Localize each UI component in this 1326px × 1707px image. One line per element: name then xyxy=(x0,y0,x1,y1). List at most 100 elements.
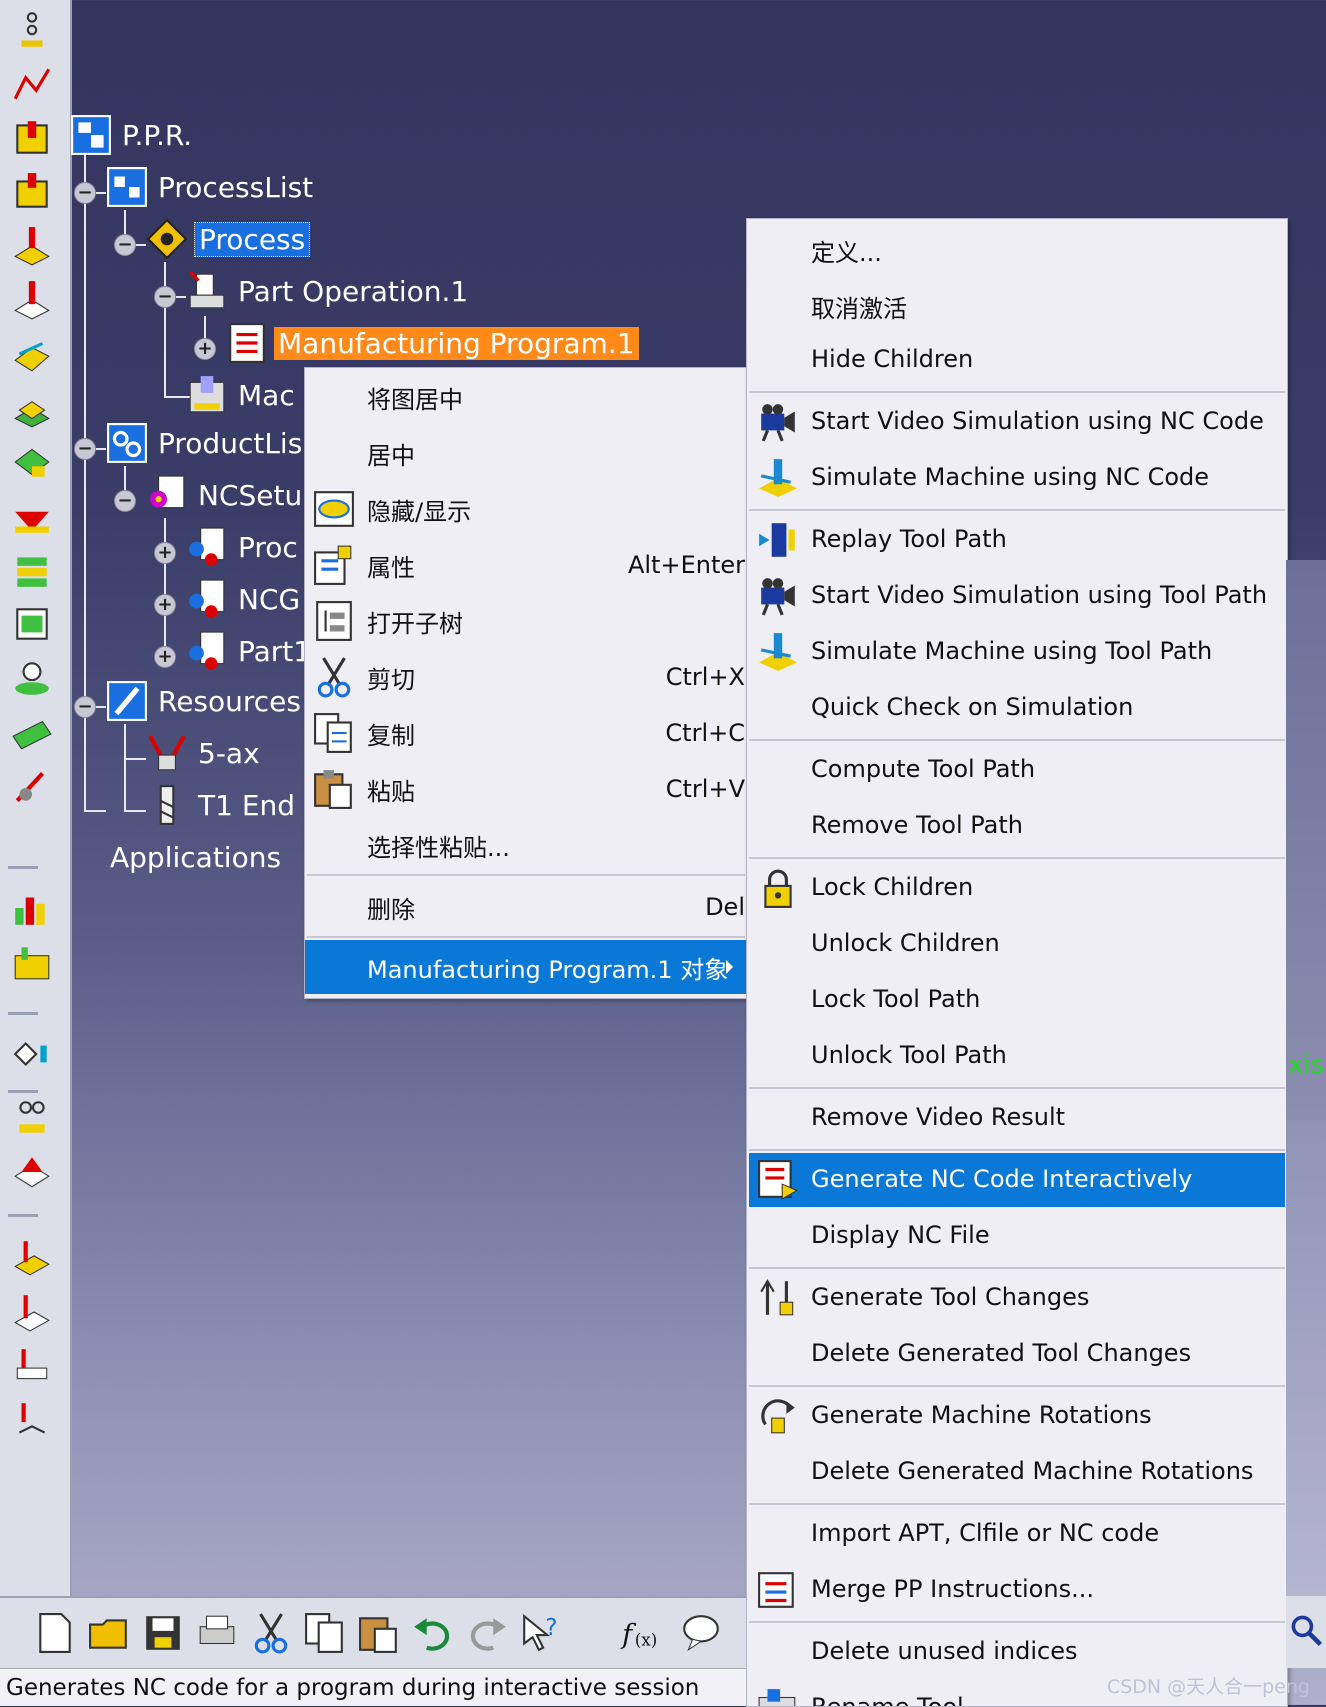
menu-item-copy[interactable]: 复制 Ctrl+C xyxy=(305,706,747,760)
menu-item-delete-machine-rotations[interactable]: Delete Generated Machine Rotations xyxy=(749,1445,1285,1499)
menu-item-generate-tool-changes[interactable]: Generate Tool Changes xyxy=(749,1271,1285,1325)
menu-item-properties[interactable]: 属性 Alt+Enter xyxy=(305,538,747,592)
menu-item-open-subtree[interactable]: 打开子树 xyxy=(305,594,747,648)
paste-icon[interactable] xyxy=(358,1612,402,1656)
tree-node-ncg[interactable]: NCG xyxy=(186,574,304,624)
sweep-icon[interactable] xyxy=(10,332,54,376)
collapse-process[interactable]: − xyxy=(114,234,136,256)
tree-node-applications[interactable]: Applications xyxy=(106,832,285,882)
surface-icon[interactable] xyxy=(10,710,54,754)
tree-node-5-axis-machine[interactable]: 5-ax xyxy=(146,728,264,778)
isoparametric-icon[interactable] xyxy=(10,440,54,484)
menu-item-unlock-tool-path[interactable]: Unlock Tool Path xyxy=(749,1029,1285,1083)
collapse-ncsetup[interactable]: − xyxy=(114,490,136,512)
zoom-icon[interactable] xyxy=(1288,1612,1324,1648)
collapse-part-operation[interactable]: − xyxy=(154,286,176,308)
pocket-icon[interactable] xyxy=(10,116,54,160)
bar-chart-icon[interactable] xyxy=(10,886,54,930)
menu-item-lock-tool-path[interactable]: Lock Tool Path xyxy=(749,973,1285,1027)
transition-path-icon[interactable] xyxy=(10,1344,54,1388)
copy-icon[interactable] xyxy=(304,1612,348,1656)
path-icon[interactable] xyxy=(10,62,54,106)
facing-icon[interactable] xyxy=(10,170,54,214)
menu-item-remove-tool-path[interactable]: Remove Tool Path xyxy=(749,799,1285,853)
menu-item-video-sim-nc[interactable]: Start Video Simulation using NC Code xyxy=(749,395,1285,449)
menu-item-object-submenu[interactable]: Manufacturing Program.1 对象 xyxy=(305,940,747,994)
menu-item-deactivate[interactable]: 取消激活 xyxy=(749,277,1285,331)
menu-item-hide-show[interactable]: 隐藏/显示 xyxy=(305,482,747,536)
expand-manufacturing-program[interactable]: + xyxy=(194,338,216,360)
menu-item-paste[interactable]: 粘贴 Ctrl+V xyxy=(305,762,747,816)
menu-item-definition[interactable]: 定义... xyxy=(749,221,1285,275)
point-to-point-icon[interactable] xyxy=(10,1236,54,1280)
tree-node-ppr[interactable]: P.P.R. xyxy=(70,110,196,160)
stock-icon[interactable] xyxy=(10,940,54,984)
collapse-productlist[interactable]: − xyxy=(74,438,96,460)
menu-item-replay-tool-path[interactable]: Replay Tool Path xyxy=(749,513,1285,567)
menu-item-simulate-machine-tool-path[interactable]: Simulate Machine using Tool Path xyxy=(749,625,1285,679)
roughing-icon[interactable] xyxy=(10,494,54,538)
contour-icon[interactable] xyxy=(10,386,54,430)
tree-node-productlist[interactable]: ProductLis xyxy=(106,418,306,468)
tool-chain-icon[interactable] xyxy=(10,1096,54,1140)
tree-node-part1[interactable]: Part1 xyxy=(186,626,315,676)
tree-node-ncsetup[interactable]: NCSetu xyxy=(146,470,306,520)
tree-node-proc[interactable]: Proc xyxy=(186,522,302,572)
menu-item-delete-tool-changes[interactable]: Delete Generated Tool Changes xyxy=(749,1327,1285,1381)
menu-item-import-apt[interactable]: Import APT, Clfile or NC code xyxy=(749,1507,1285,1561)
menu-item-lock-children[interactable]: Lock Children xyxy=(749,861,1285,915)
menu-item-hide-children[interactable]: Hide Children xyxy=(749,333,1285,387)
menu-item-delete-unused-indices[interactable]: Delete unused indices xyxy=(749,1625,1285,1679)
profile-icon[interactable] xyxy=(10,278,54,322)
menu-item-generate-nc-code[interactable]: Generate NC Code Interactively xyxy=(749,1153,1285,1207)
tool-axis-icon[interactable] xyxy=(10,764,54,808)
menu-item-video-sim-tool-path[interactable]: Start Video Simulation using Tool Path xyxy=(749,569,1285,623)
drill-icon[interactable] xyxy=(10,224,54,268)
menu-item-quick-check[interactable]: Quick Check on Simulation xyxy=(749,681,1285,735)
tree-node-processlist[interactable]: ProcessList xyxy=(106,162,317,212)
scissors-icon[interactable] xyxy=(250,1612,294,1656)
open-icon[interactable] xyxy=(88,1612,132,1656)
comment-icon[interactable] xyxy=(680,1612,724,1656)
rotation-icon[interactable] xyxy=(10,1398,54,1442)
help-icon[interactable]: ? xyxy=(520,1612,564,1656)
spiral-icon[interactable] xyxy=(10,656,54,700)
collapse-processlist[interactable]: − xyxy=(74,182,96,204)
menu-item-paste-special[interactable]: 选择性粘贴... xyxy=(305,818,747,872)
menu-item-unlock-children[interactable]: Unlock Children xyxy=(749,917,1285,971)
menu-item-center-graph[interactable]: 将图居中 xyxy=(305,370,747,424)
print-icon[interactable] xyxy=(196,1612,240,1656)
collapse-resources[interactable]: − xyxy=(74,696,96,718)
redo-icon[interactable] xyxy=(466,1612,510,1656)
expand-ncg[interactable]: + xyxy=(154,594,176,616)
menu-item-delete[interactable]: 删除 Del xyxy=(305,880,747,934)
menu-item-center[interactable]: 居中 xyxy=(305,426,747,480)
menu-item-merge-pp[interactable]: Merge PP Instructions... xyxy=(749,1563,1285,1617)
constraint-icon[interactable] xyxy=(10,8,54,52)
tree-node-part-operation[interactable]: Part Operation.1 xyxy=(186,266,472,316)
undo-icon[interactable] xyxy=(412,1612,456,1656)
zlevel-icon[interactable] xyxy=(10,548,54,592)
formula-icon[interactable]: f(x) xyxy=(620,1612,664,1656)
menu-item-simulate-machine-nc[interactable]: Simulate Machine using NC Code xyxy=(749,451,1285,505)
expand-part1[interactable]: + xyxy=(154,646,176,668)
tree-node-manufacturing-program[interactable]: Manufacturing Program.1 xyxy=(226,318,639,368)
part-operation-icon xyxy=(186,270,228,312)
expand-proc[interactable]: + xyxy=(154,542,176,564)
tree-node-machine[interactable]: Mac xyxy=(186,370,299,420)
new-icon[interactable] xyxy=(34,1612,78,1656)
pencil-icon[interactable] xyxy=(10,602,54,646)
tree-node-resources[interactable]: Resources xyxy=(106,676,305,726)
menu-item-remove-video-result[interactable]: Remove Video Result xyxy=(749,1091,1285,1145)
svg-text:?: ? xyxy=(545,1615,557,1641)
machine-icon[interactable] xyxy=(10,1032,54,1076)
machining-axis-icon[interactable] xyxy=(10,1290,54,1334)
menu-item-cut[interactable]: 剪切 Ctrl+X xyxy=(305,650,747,704)
save-icon[interactable] xyxy=(142,1612,186,1656)
menu-item-generate-machine-rotations[interactable]: Generate Machine Rotations xyxy=(749,1389,1285,1443)
tree-node-process[interactable]: Process xyxy=(146,214,310,264)
part-operation-icon[interactable] xyxy=(10,1150,54,1194)
menu-item-display-nc-file[interactable]: Display NC File xyxy=(749,1209,1285,1263)
menu-item-compute-tool-path[interactable]: Compute Tool Path xyxy=(749,743,1285,797)
tree-node-t1-end-mill[interactable]: T1 End xyxy=(146,780,299,830)
